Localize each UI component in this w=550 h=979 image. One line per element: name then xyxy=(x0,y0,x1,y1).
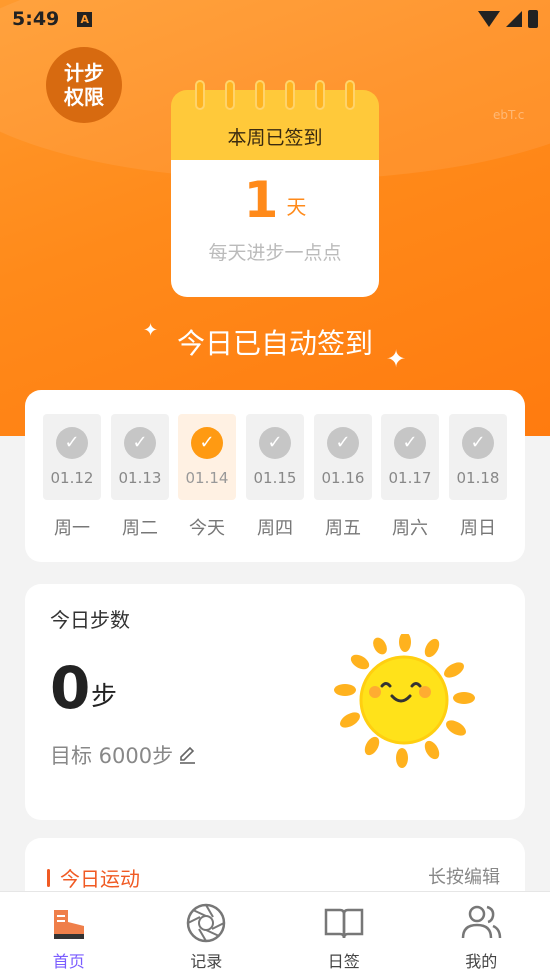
battery-icon xyxy=(528,10,538,28)
check-icon: ✓ xyxy=(124,427,156,459)
permission-line-2: 权限 xyxy=(64,85,104,109)
day-name: 周六 xyxy=(392,518,428,539)
day-date: 01.16 xyxy=(321,469,365,487)
sparkle-icon: ✦ xyxy=(386,345,407,373)
calendar-ring xyxy=(345,80,355,110)
day-name: 周日 xyxy=(460,518,496,539)
steps-unit: 步 xyxy=(91,682,118,712)
day-date: 01.18 xyxy=(456,469,500,487)
day-date: 01.17 xyxy=(388,469,432,487)
day-cell[interactable]: ✓ 01.16 xyxy=(314,414,372,500)
signal-icon xyxy=(506,11,522,27)
day-cell-today[interactable]: ✓ 01.14 xyxy=(178,414,236,500)
tab-label: 记录 xyxy=(190,952,223,971)
day-cell[interactable]: ✓ 01.15 xyxy=(246,414,304,500)
book-icon xyxy=(324,908,363,939)
shoe-icon xyxy=(53,910,84,939)
bottom-tab-bar: 首页 记录 日签 我的 xyxy=(0,891,550,979)
week-signin-card: ✓ 01.12 周一 ✓ 01.13 周二 ✓ 01.14 今天 ✓ 01.15… xyxy=(25,390,525,562)
calendar-ring xyxy=(315,80,325,110)
tab-home[interactable]: 首页 xyxy=(0,892,138,979)
tab-daily-sign[interactable]: 日签 xyxy=(275,892,413,979)
day-name: 周四 xyxy=(257,518,293,539)
day-cell[interactable]: ✓ 01.12 xyxy=(43,414,101,500)
calendar-ring xyxy=(225,80,235,110)
calendar-ring xyxy=(195,80,205,110)
sport-title: 今日运动 xyxy=(47,863,140,892)
tab-mine[interactable]: 我的 xyxy=(413,892,550,979)
check-icon: ✓ xyxy=(259,427,291,459)
users-icon xyxy=(462,905,502,939)
title-accent-bar xyxy=(47,868,50,887)
day-date: 01.13 xyxy=(118,469,162,487)
check-icon: ✓ xyxy=(394,427,426,459)
steps-value: 0 xyxy=(50,654,91,722)
today-steps-card: 今日步数 0 步 目标 6000步 xyxy=(25,584,525,820)
day-name: 周二 xyxy=(122,518,158,539)
day-name: 周五 xyxy=(325,518,361,539)
calendar-body: 1 天 每天进步一点点 xyxy=(171,160,379,297)
faint-text: ebT.c xyxy=(493,108,525,122)
steps-goal[interactable]: 目标 6000步 xyxy=(50,740,197,770)
signin-days-unit: 天 xyxy=(286,195,307,219)
weekly-signin-calendar: 本周已签到 1 天 每天进步一点点 xyxy=(171,80,379,297)
day-date: 01.15 xyxy=(253,469,297,487)
aperture-icon xyxy=(187,903,226,943)
sport-title-text: 今日运动 xyxy=(60,867,140,891)
tab-label: 我的 xyxy=(465,952,498,971)
tab-records[interactable]: 记录 xyxy=(138,892,276,979)
auto-signin-text: 今日已自动签到 xyxy=(176,327,373,360)
calendar-title: 本周已签到 xyxy=(227,127,323,149)
day-date: 01.12 xyxy=(50,469,94,487)
goal-text: 目标 6000步 xyxy=(50,744,174,768)
steps-title: 今日步数 xyxy=(50,608,130,632)
permission-line-1: 计步 xyxy=(64,61,104,85)
day-cell[interactable]: ✓ 01.13 xyxy=(111,414,169,500)
sun-illustration xyxy=(334,634,475,768)
day-name: 今天 xyxy=(189,518,225,539)
calendar-ring xyxy=(255,80,265,110)
day-cell[interactable]: ✓ 01.17 xyxy=(381,414,439,500)
notification-a-icon: A xyxy=(77,11,93,27)
check-icon: ✓ xyxy=(462,427,494,459)
tab-label: 首页 xyxy=(52,952,85,971)
calendar-ring xyxy=(285,80,295,110)
long-press-edit-hint: 长按编辑 xyxy=(428,867,500,888)
step-permission-button[interactable]: 计步 权限 xyxy=(46,47,122,123)
day-name: 周一 xyxy=(54,518,90,539)
signin-days-count: 1 xyxy=(243,171,279,229)
check-icon: ✓ xyxy=(191,427,223,459)
tab-label: 日签 xyxy=(327,952,360,971)
check-icon: ✓ xyxy=(56,427,88,459)
status-bar: 5:49 A xyxy=(0,0,550,38)
edit-pencil-icon[interactable] xyxy=(177,745,197,765)
wifi-icon xyxy=(478,11,500,27)
calendar-subtitle: 每天进步一点点 xyxy=(208,242,342,264)
check-icon: ✓ xyxy=(327,427,359,459)
status-time: 5:49 xyxy=(12,8,60,30)
day-cell[interactable]: ✓ 01.18 xyxy=(449,414,507,500)
day-date: 01.14 xyxy=(185,469,229,487)
